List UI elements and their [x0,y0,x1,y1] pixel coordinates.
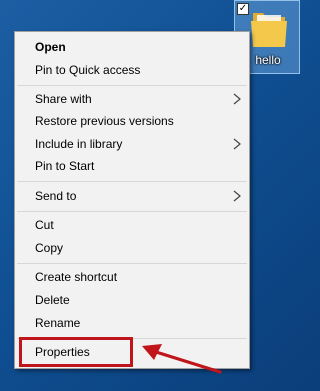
menu-item-label: Rename [35,316,81,330]
menu-item-label: Create shortcut [35,270,118,284]
menu-item-rename[interactable]: Rename [15,312,249,334]
menu-separator [17,263,247,264]
menu-item-label: Restore previous versions [35,114,174,128]
menu-separator [17,181,247,182]
menu-item-create-shortcut[interactable]: Create shortcut [15,266,249,288]
chevron-right-icon [233,190,241,202]
menu-item-label: Include in library [35,137,123,151]
menu-item-send-to[interactable]: Send to [15,185,249,207]
menu-item-copy[interactable]: Copy [15,237,249,259]
menu-item-label: Cut [35,218,54,232]
menu-separator [17,85,247,86]
arrow-icon [142,344,222,374]
context-menu: Open Pin to Quick access Share with Rest… [14,31,250,369]
menu-item-include-in-library[interactable]: Include in library [15,133,249,155]
menu-item-restore-previous-versions[interactable]: Restore previous versions [15,110,249,132]
menu-item-label: Copy [35,241,64,255]
chevron-right-icon [233,93,241,105]
menu-item-label: Send to [35,189,77,203]
menu-item-delete[interactable]: Delete [15,289,249,311]
menu-item-label: Pin to Quick access [35,63,141,77]
menu-item-label: Delete [35,293,70,307]
menu-separator [17,211,247,212]
menu-item-label: Pin to Start [35,159,95,173]
menu-item-cut[interactable]: Cut [15,214,249,236]
menu-item-pin-quick-access[interactable]: Pin to Quick access [15,59,249,81]
folder-icon [251,13,287,47]
checkbox-icon[interactable]: ✓ [237,3,249,15]
menu-item-pin-to-start[interactable]: Pin to Start [15,155,249,177]
menu-item-label: Open [35,40,66,54]
properties-highlight-box [19,337,133,367]
chevron-right-icon [233,138,241,150]
menu-item-label: Share with [35,92,92,106]
menu-item-share-with[interactable]: Share with [15,88,249,110]
menu-item-open[interactable]: Open [15,36,249,58]
